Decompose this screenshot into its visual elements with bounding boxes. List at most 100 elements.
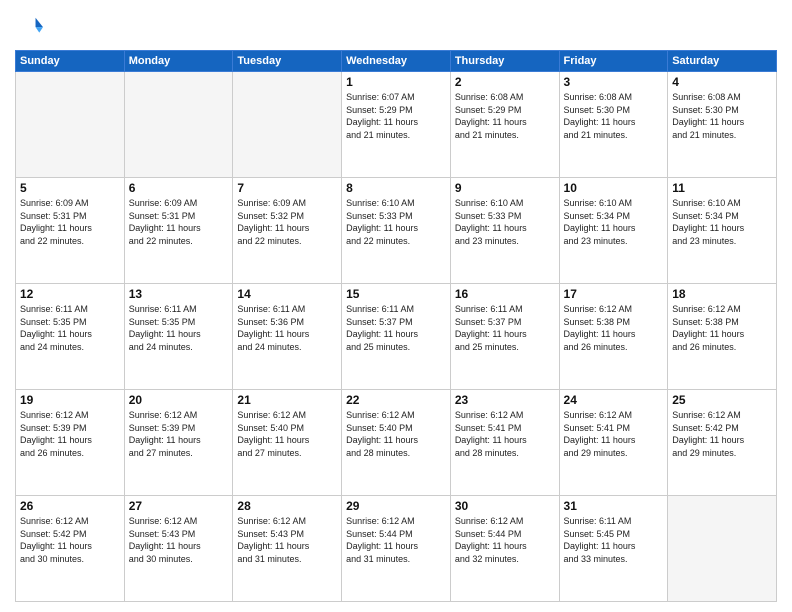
- day-info: Sunrise: 6:09 AM Sunset: 5:31 PM Dayligh…: [20, 197, 120, 247]
- day-number: 31: [564, 499, 664, 513]
- calendar-table: SundayMondayTuesdayWednesdayThursdayFrid…: [15, 50, 777, 602]
- day-info: Sunrise: 6:08 AM Sunset: 5:29 PM Dayligh…: [455, 91, 555, 141]
- day-number: 8: [346, 181, 446, 195]
- day-info: Sunrise: 6:11 AM Sunset: 5:37 PM Dayligh…: [455, 303, 555, 353]
- calendar-cell: 8 Sunrise: 6:10 AM Sunset: 5:33 PM Daylig…: [342, 178, 451, 284]
- day-info: Sunrise: 6:12 AM Sunset: 5:44 PM Dayligh…: [346, 515, 446, 565]
- day-number: 3: [564, 75, 664, 89]
- calendar-cell: 19 Sunrise: 6:12 AM Sunset: 5:39 PM Dayli…: [16, 390, 125, 496]
- weekday-header-saturday: Saturday: [668, 51, 777, 72]
- calendar-cell: 28 Sunrise: 6:12 AM Sunset: 5:43 PM Dayli…: [233, 496, 342, 602]
- day-number: 7: [237, 181, 337, 195]
- day-info: Sunrise: 6:11 AM Sunset: 5:45 PM Dayligh…: [564, 515, 664, 565]
- calendar-cell: 16 Sunrise: 6:11 AM Sunset: 5:37 PM Dayli…: [450, 284, 559, 390]
- calendar-cell: 17 Sunrise: 6:12 AM Sunset: 5:38 PM Dayli…: [559, 284, 668, 390]
- day-info: Sunrise: 6:12 AM Sunset: 5:41 PM Dayligh…: [455, 409, 555, 459]
- day-number: 28: [237, 499, 337, 513]
- calendar-cell: 10 Sunrise: 6:10 AM Sunset: 5:34 PM Dayli…: [559, 178, 668, 284]
- day-info: Sunrise: 6:10 AM Sunset: 5:34 PM Dayligh…: [564, 197, 664, 247]
- day-info: Sunrise: 6:09 AM Sunset: 5:32 PM Dayligh…: [237, 197, 337, 247]
- day-number: 19: [20, 393, 120, 407]
- day-number: 1: [346, 75, 446, 89]
- day-info: Sunrise: 6:07 AM Sunset: 5:29 PM Dayligh…: [346, 91, 446, 141]
- calendar-cell: 30 Sunrise: 6:12 AM Sunset: 5:44 PM Dayli…: [450, 496, 559, 602]
- day-info: Sunrise: 6:10 AM Sunset: 5:33 PM Dayligh…: [346, 197, 446, 247]
- calendar-cell: 13 Sunrise: 6:11 AM Sunset: 5:35 PM Dayli…: [124, 284, 233, 390]
- day-info: Sunrise: 6:08 AM Sunset: 5:30 PM Dayligh…: [672, 91, 772, 141]
- day-number: 24: [564, 393, 664, 407]
- calendar-cell: 6Sunrise: 6:09 AM Sunset: 5:31 PM Daylig…: [124, 178, 233, 284]
- calendar-cell: 22 Sunrise: 6:12 AM Sunset: 5:40 PM Dayli…: [342, 390, 451, 496]
- day-number: 5: [20, 181, 120, 195]
- day-info: Sunrise: 6:12 AM Sunset: 5:43 PM Dayligh…: [129, 515, 229, 565]
- day-info: Sunrise: 6:12 AM Sunset: 5:39 PM Dayligh…: [129, 409, 229, 459]
- calendar-cell: 27 Sunrise: 6:12 AM Sunset: 5:43 PM Dayli…: [124, 496, 233, 602]
- day-number: 11: [672, 181, 772, 195]
- weekday-header-row: SundayMondayTuesdayWednesdayThursdayFrid…: [16, 51, 777, 72]
- day-number: 10: [564, 181, 664, 195]
- week-row-5: 26Sunrise: 6:12 AM Sunset: 5:42 PM Dayli…: [16, 496, 777, 602]
- day-info: Sunrise: 6:08 AM Sunset: 5:30 PM Dayligh…: [564, 91, 664, 141]
- day-number: 25: [672, 393, 772, 407]
- day-number: 12: [20, 287, 120, 301]
- calendar-cell: 7 Sunrise: 6:09 AM Sunset: 5:32 PM Daylig…: [233, 178, 342, 284]
- day-number: 27: [129, 499, 229, 513]
- calendar-cell: 4 Sunrise: 6:08 AM Sunset: 5:30 PM Daylig…: [668, 72, 777, 178]
- calendar-cell: 9 Sunrise: 6:10 AM Sunset: 5:33 PM Daylig…: [450, 178, 559, 284]
- weekday-header-friday: Friday: [559, 51, 668, 72]
- day-number: 14: [237, 287, 337, 301]
- calendar-cell: [668, 496, 777, 602]
- day-info: Sunrise: 6:12 AM Sunset: 5:39 PM Dayligh…: [20, 409, 120, 459]
- calendar-cell: 14Sunrise: 6:11 AM Sunset: 5:36 PM Dayli…: [233, 284, 342, 390]
- day-number: 29: [346, 499, 446, 513]
- calendar-cell: 26Sunrise: 6:12 AM Sunset: 5:42 PM Dayli…: [16, 496, 125, 602]
- calendar-cell: 2Sunrise: 6:08 AM Sunset: 5:29 PM Daylig…: [450, 72, 559, 178]
- day-info: Sunrise: 6:12 AM Sunset: 5:43 PM Dayligh…: [237, 515, 337, 565]
- day-number: 9: [455, 181, 555, 195]
- day-info: Sunrise: 6:12 AM Sunset: 5:41 PM Dayligh…: [564, 409, 664, 459]
- calendar-cell: 15Sunrise: 6:11 AM Sunset: 5:37 PM Dayli…: [342, 284, 451, 390]
- day-info: Sunrise: 6:10 AM Sunset: 5:33 PM Dayligh…: [455, 197, 555, 247]
- day-number: 30: [455, 499, 555, 513]
- day-info: Sunrise: 6:12 AM Sunset: 5:40 PM Dayligh…: [346, 409, 446, 459]
- day-info: Sunrise: 6:11 AM Sunset: 5:35 PM Dayligh…: [129, 303, 229, 353]
- day-info: Sunrise: 6:12 AM Sunset: 5:44 PM Dayligh…: [455, 515, 555, 565]
- weekday-header-thursday: Thursday: [450, 51, 559, 72]
- day-number: 17: [564, 287, 664, 301]
- day-info: Sunrise: 6:09 AM Sunset: 5:31 PM Dayligh…: [129, 197, 229, 247]
- calendar-cell: 5 Sunrise: 6:09 AM Sunset: 5:31 PM Daylig…: [16, 178, 125, 284]
- day-number: 23: [455, 393, 555, 407]
- week-row-3: 12 Sunrise: 6:11 AM Sunset: 5:35 PM Dayli…: [16, 284, 777, 390]
- day-info: Sunrise: 6:12 AM Sunset: 5:42 PM Dayligh…: [672, 409, 772, 459]
- day-info: Sunrise: 6:11 AM Sunset: 5:35 PM Dayligh…: [20, 303, 120, 353]
- calendar-cell: 20Sunrise: 6:12 AM Sunset: 5:39 PM Dayli…: [124, 390, 233, 496]
- week-row-1: 1 Sunrise: 6:07 AM Sunset: 5:29 PM Daylig…: [16, 72, 777, 178]
- weekday-header-wednesday: Wednesday: [342, 51, 451, 72]
- day-number: 21: [237, 393, 337, 407]
- calendar-cell: [233, 72, 342, 178]
- calendar-cell: 12 Sunrise: 6:11 AM Sunset: 5:35 PM Dayli…: [16, 284, 125, 390]
- weekday-header-monday: Monday: [124, 51, 233, 72]
- day-info: Sunrise: 6:11 AM Sunset: 5:37 PM Dayligh…: [346, 303, 446, 353]
- calendar-cell: [16, 72, 125, 178]
- logo-icon: [15, 14, 43, 42]
- day-info: Sunrise: 6:12 AM Sunset: 5:38 PM Dayligh…: [564, 303, 664, 353]
- week-row-2: 5 Sunrise: 6:09 AM Sunset: 5:31 PM Daylig…: [16, 178, 777, 284]
- calendar-cell: 25 Sunrise: 6:12 AM Sunset: 5:42 PM Dayli…: [668, 390, 777, 496]
- calendar-cell: 24 Sunrise: 6:12 AM Sunset: 5:41 PM Dayli…: [559, 390, 668, 496]
- day-number: 22: [346, 393, 446, 407]
- day-info: Sunrise: 6:12 AM Sunset: 5:38 PM Dayligh…: [672, 303, 772, 353]
- day-number: 18: [672, 287, 772, 301]
- week-row-4: 19 Sunrise: 6:12 AM Sunset: 5:39 PM Dayli…: [16, 390, 777, 496]
- page: SundayMondayTuesdayWednesdayThursdayFrid…: [0, 0, 792, 612]
- day-number: 13: [129, 287, 229, 301]
- logo: [15, 14, 47, 42]
- day-info: Sunrise: 6:10 AM Sunset: 5:34 PM Dayligh…: [672, 197, 772, 247]
- day-number: 4: [672, 75, 772, 89]
- weekday-header-sunday: Sunday: [16, 51, 125, 72]
- weekday-header-tuesday: Tuesday: [233, 51, 342, 72]
- calendar-cell: 3 Sunrise: 6:08 AM Sunset: 5:30 PM Daylig…: [559, 72, 668, 178]
- day-info: Sunrise: 6:12 AM Sunset: 5:40 PM Dayligh…: [237, 409, 337, 459]
- day-number: 16: [455, 287, 555, 301]
- day-info: Sunrise: 6:12 AM Sunset: 5:42 PM Dayligh…: [20, 515, 120, 565]
